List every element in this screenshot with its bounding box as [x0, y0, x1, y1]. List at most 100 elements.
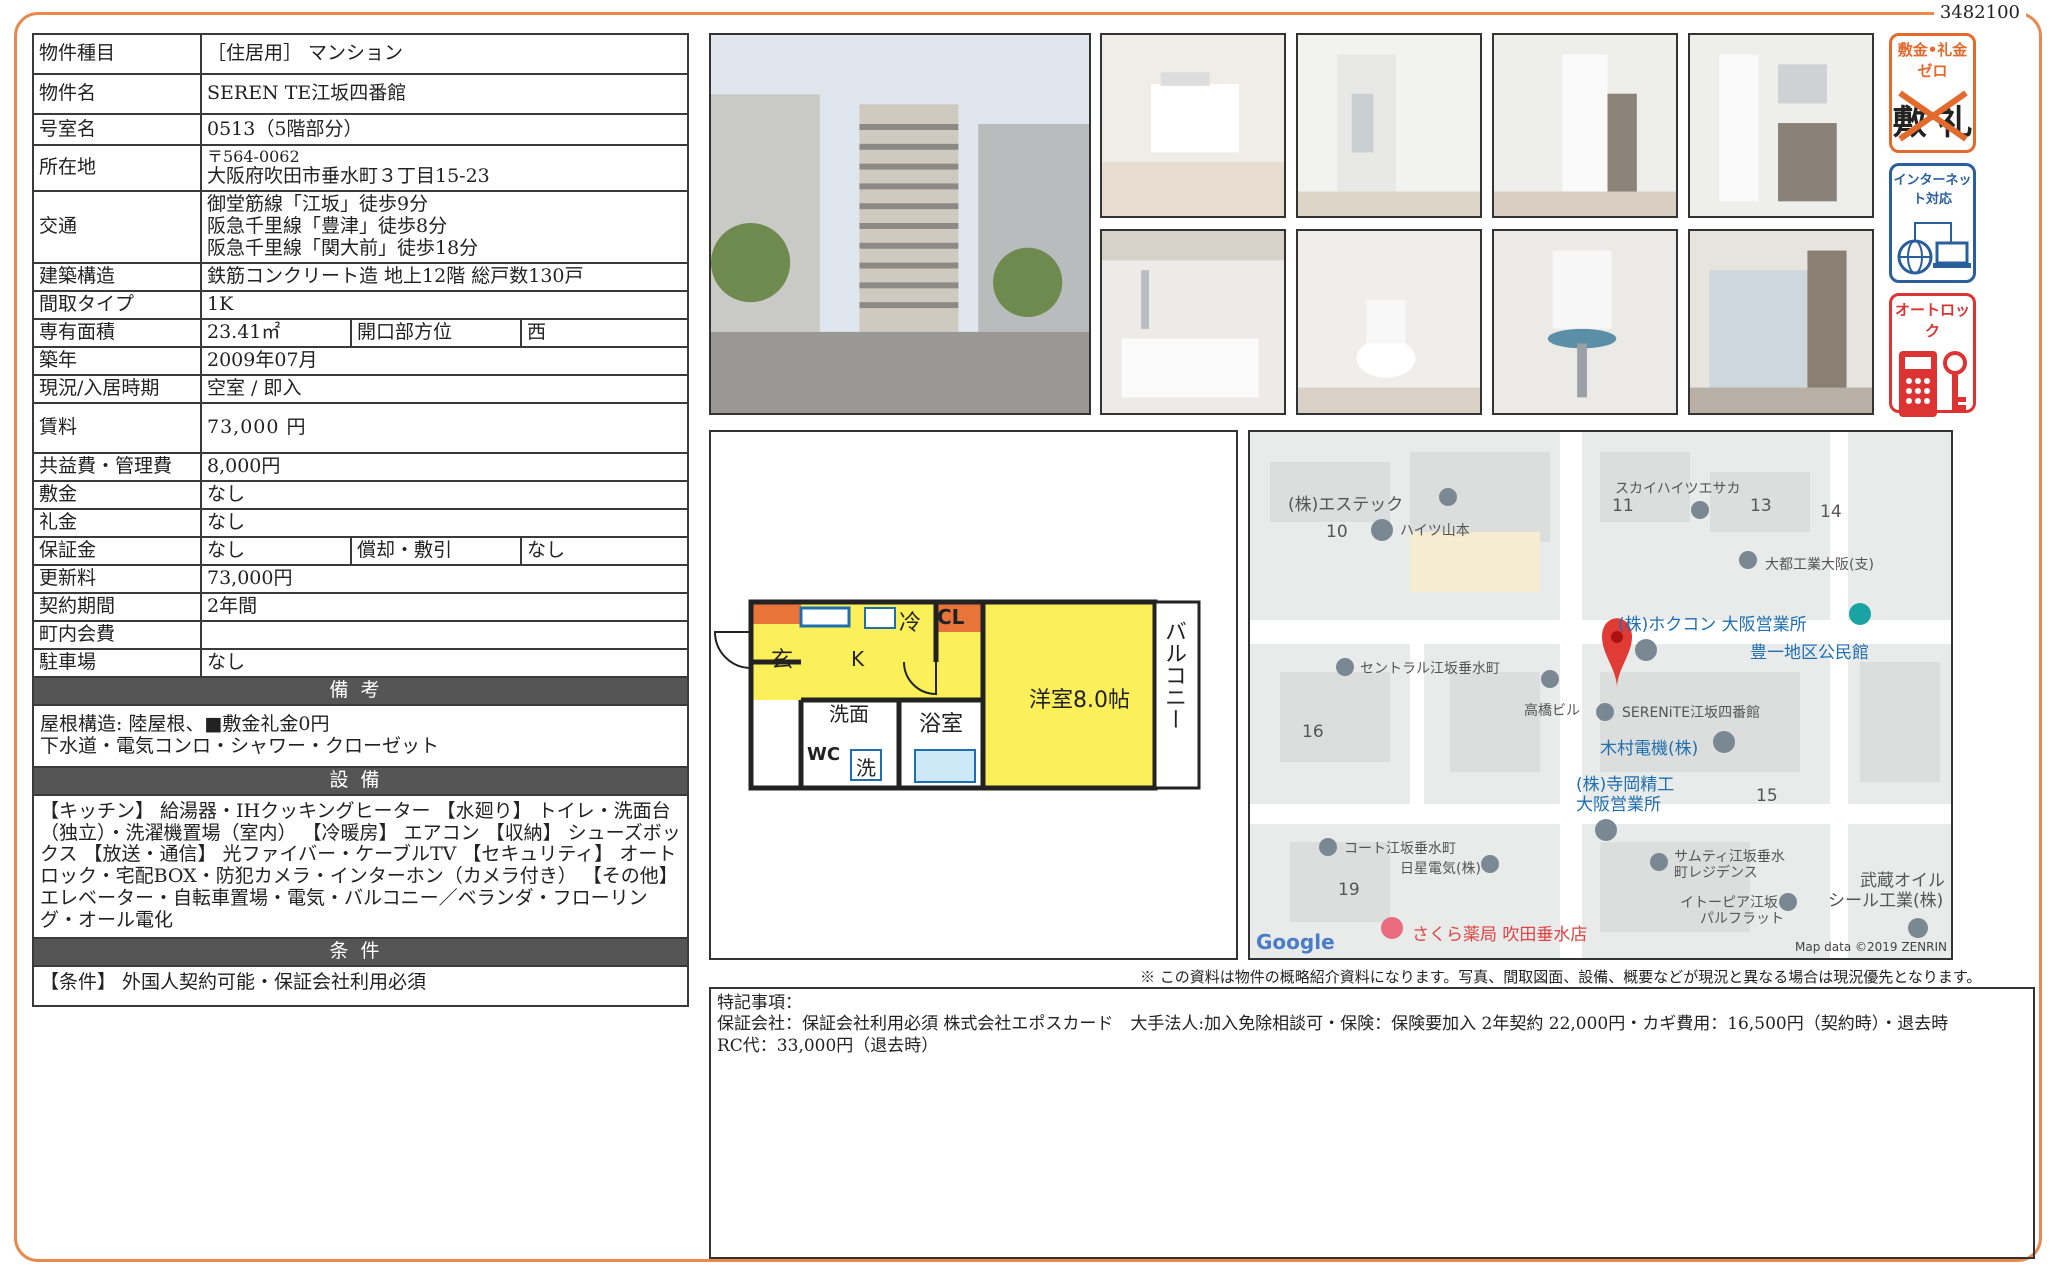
toilet-image [1298, 231, 1480, 413]
map-label: コート江坂垂水町 [1344, 841, 1456, 857]
map-block-number: 16 [1302, 722, 1324, 742]
plan-bath: 浴室 [919, 712, 964, 737]
interior-photo-hallway[interactable] [1492, 33, 1678, 218]
fee-label: 共益費・管理費 [32, 451, 202, 482]
deposit-value: なし [199, 479, 690, 510]
property-info-table: 物件種目 ［住居用］ マンション 物件名 SEREN TE江坂四番館 号室名 0513… [31, 33, 690, 1007]
layout-label: 間取タイプ [32, 289, 202, 320]
fee-value: 8,000円 [199, 451, 690, 482]
traffic-line: 阪急千里線「関大前」徒歩18分 [207, 236, 479, 259]
map-label: スカイハイツエサカ [1615, 481, 1741, 497]
map-block-number: 10 [1326, 522, 1348, 542]
deposit-label: 敷金 [32, 479, 202, 510]
google-logo: Google [1256, 930, 1335, 954]
rent-label: 賃料 [32, 401, 202, 454]
washbasin-image [1494, 231, 1676, 413]
room-value: 0513（5階部分） [199, 113, 690, 146]
map-block-number: 13 [1750, 496, 1772, 516]
area-value: 23.41㎡ [200, 317, 352, 348]
plan-western-room: 洋室8.0帖 [1029, 688, 1130, 713]
special-notes-line: 保証会社：保証会社利用必須 株式会社エポスカード 大手法人:加入免除相談可・保険… [717, 1014, 1949, 1035]
structure-value: 鉄筋コンクリート造 地上12階 総戸数130戸 [199, 261, 690, 292]
badge-autolock-label: オートロック [1894, 301, 1970, 340]
interior-photo-room[interactable] [1100, 33, 1286, 218]
autolock-icon [1898, 351, 1967, 417]
name-label: 物件名 [32, 73, 202, 115]
location-map[interactable]: (株)エステック ハイツ山本 スカイハイツエサカ 大都工業大阪(支) (株)ホク… [1248, 430, 1953, 960]
name-value: SEREN TE江坂四番館 [199, 73, 690, 115]
map-label: SERENiTE江坂四番館 [1622, 705, 1761, 721]
room-image [1102, 35, 1284, 216]
hallway-image [1494, 35, 1676, 216]
zero-cross-mark: 敷 礼 [1892, 90, 1973, 144]
special-notes: 特記事項： 保証会社：保証会社利用必須 株式会社エポスカード 大手法人:加入免除… [709, 987, 2035, 1259]
status-label: 現況/入居時期 [32, 373, 202, 404]
map-block-number: 19 [1338, 880, 1360, 900]
map-label: さくら薬局 吹田垂水店 [1412, 925, 1588, 945]
balcony-image [1690, 231, 1872, 413]
amort-value: なし [519, 535, 690, 566]
plan-kitchen: K [851, 647, 865, 671]
plan-washroom: 洗面 [829, 702, 869, 726]
badge-zero-label: 敷金•礼金ゼロ [1897, 41, 1968, 80]
status-value: 空室 / 即入 [199, 373, 690, 404]
interior-photo-washbasin[interactable] [1492, 229, 1678, 415]
map-label: セントラル江坂垂水町 [1360, 661, 1500, 677]
bathtub-image [1102, 231, 1284, 413]
plan-fridge: 冷 [899, 611, 922, 636]
town-label: 町内会費 [32, 619, 202, 650]
traffic-line: 阪急千里線「豊津」徒歩8分 [207, 215, 448, 238]
interior-photo-kitchen[interactable] [1688, 33, 1874, 218]
map-label: シール工業(株) [1828, 891, 1944, 911]
map-label: 大都工業大阪(支) [1765, 557, 1874, 573]
contract-value: 2年間 [199, 591, 690, 622]
interior-photo-toilet[interactable] [1296, 229, 1482, 415]
plan-wc: WC [807, 744, 841, 765]
special-notes-line: RC代：33,000円（退去時） [717, 1035, 939, 1056]
address-cell: 〒564-0062 大阪府吹田市垂水町３丁目15-23 [199, 143, 690, 193]
conditions-heading: 条件 [31, 936, 690, 967]
badge-internet-label: インターネット対応 [1893, 173, 1972, 207]
type-label: 物件種目 [32, 33, 202, 75]
guarantee-value: なし [200, 535, 352, 566]
plan-genkan: 玄 [771, 648, 794, 673]
remarks-heading: 備考 [31, 675, 690, 706]
map-label: 木村電機(株) [1600, 739, 1699, 759]
map-copyright: Map data ©2019 ZENRIN [1795, 940, 1947, 954]
renew-label: 更新料 [32, 563, 202, 594]
special-notes-title: 特記事項： [717, 993, 802, 1013]
map-label: 大阪営業所 [1576, 795, 1661, 815]
building-exterior-image [711, 35, 1089, 413]
internet-icon [1897, 222, 1971, 275]
remarks-body: 屋根構造: 陸屋根、■敷金礼金0円 下水道・電気コンロ・シャワー・クローゼット [31, 703, 690, 768]
document-id: 3482100 [1933, 2, 2026, 23]
map-block-number: 11 [1612, 496, 1634, 516]
map-label: 豊一地区公民館 [1750, 643, 1869, 663]
plan-balcony: バルコニー [1161, 620, 1186, 730]
remarks-line: 下水道・電気コンロ・シャワー・クローゼット [40, 734, 440, 757]
interior-photo-balcony[interactable] [1688, 229, 1874, 415]
map-label: ハイツ山本 [1400, 523, 1470, 539]
traffic-line: 御堂筋線「江坂」徒歩9分 [207, 193, 429, 216]
keymoney-value: なし [199, 507, 690, 538]
rent-value: 73,000 円 [199, 401, 690, 454]
plan-laundry: 洗 [856, 756, 876, 780]
interior-photo-bathtub[interactable] [1100, 229, 1286, 415]
direction-label: 開口部方位 [350, 317, 522, 348]
parking-value: なし [199, 647, 690, 678]
plan-closet: CL [937, 605, 965, 629]
map-label: (株)ホクコン 大阪営業所 [1618, 615, 1807, 635]
interior-photo-entrance[interactable] [1296, 33, 1482, 218]
floor-plan-drawing [713, 599, 1201, 791]
type-value: ［住居用］ マンション [199, 33, 690, 75]
room-label: 号室名 [32, 113, 202, 146]
building-exterior-photo[interactable] [709, 33, 1091, 415]
badge-zero-deposit: 敷金•礼金ゼロ 敷 礼 [1889, 33, 1976, 153]
traffic-label: 交通 [32, 190, 202, 264]
remarks-line: 屋根構造: 陸屋根、■敷金礼金0円 [40, 712, 330, 735]
map-label: 町レジデンス [1674, 865, 1758, 881]
amort-label: 償却・敷引 [350, 535, 522, 566]
badge-autolock: オートロック [1889, 293, 1976, 417]
facilities-heading: 設備 [31, 765, 690, 796]
floor-plan[interactable]: 玄 K 冷 CL 洗面 浴室 WC 洗 洋室8.0帖 バルコニー [709, 430, 1238, 960]
